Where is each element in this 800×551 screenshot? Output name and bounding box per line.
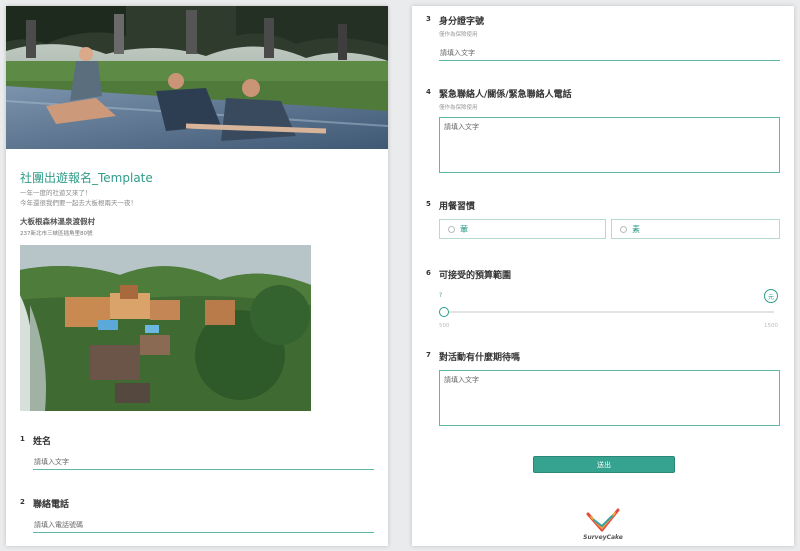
meal-option-meat-label: 葷 [460, 224, 468, 234]
question-3-title: 身分證字號 [439, 17, 485, 27]
submit-button[interactable]: 送出 [533, 456, 675, 473]
radio-circle-icon [620, 225, 627, 233]
question-4-title: 緊急聯絡人/關係/緊急聯絡人電話 [439, 90, 572, 100]
venue-address: 237新北市三峽區插角里80號 [20, 231, 93, 237]
question-7-title: 對活動有什麼期待嗎 [439, 353, 521, 363]
question-2-number: 2 [20, 498, 25, 506]
survey-page-left: 社團出遊報名_Template 一年一度的社遊又來了！ 今年還很我們要一起去大板… [6, 6, 388, 546]
emergency-contact-textarea[interactable] [439, 117, 780, 173]
meal-option-vegetarian[interactable]: 素 [611, 219, 780, 239]
phone-input[interactable] [33, 518, 374, 533]
radio-circle-icon [448, 225, 455, 233]
question-4-subtitle: 僅作為保險使用 [439, 105, 478, 111]
question-2-title: 聯絡電話 [33, 500, 70, 510]
question-1-title: 姓名 [33, 437, 52, 447]
meal-option-meat[interactable]: 葷 [439, 219, 606, 239]
budget-slider-track[interactable] [439, 311, 774, 313]
brand-name: SurveyCake [583, 534, 623, 541]
question-3-subtitle: 僅作為保險使用 [439, 32, 478, 38]
resort-aerial-photo [20, 245, 311, 411]
question-5-title: 用餐習慣 [439, 202, 476, 212]
name-input[interactable] [33, 455, 374, 470]
question-4-number: 4 [426, 88, 431, 96]
budget-slider-handle[interactable] [439, 307, 449, 317]
id-number-input[interactable] [439, 46, 780, 61]
intro-text: 一年一度的社遊又來了！ 今年還很我們要一起去大板根兩天一夜！ [20, 188, 137, 208]
intro-line-1: 一年一度的社遊又來了！ [20, 189, 92, 197]
question-3-number: 3 [426, 15, 431, 23]
budget-value-display: ? [439, 292, 443, 299]
meal-option-vegetarian-label: 素 [632, 224, 640, 234]
currency-unit-badge: 元 [764, 289, 778, 303]
venue-name: 大板根森林溫泉渡假村 [20, 217, 95, 226]
form-title: 社團出遊報名_Template [20, 171, 153, 185]
question-5-number: 5 [426, 200, 431, 208]
question-7-number: 7 [426, 351, 431, 359]
budget-slider-max-label: 1500 [764, 323, 778, 329]
survey-page-right: 3 身分證字號 僅作為保險使用 4 緊急聯絡人/關係/緊急聯絡人電話 僅作為保險… [412, 6, 794, 546]
surveycake-logo-icon [586, 508, 620, 532]
budget-slider-min-label: 500 [439, 323, 450, 329]
question-1-number: 1 [20, 435, 25, 443]
question-6-title: 可接受的預算範圍 [439, 271, 512, 281]
question-6-number: 6 [426, 269, 431, 277]
intro-line-2: 今年還很我們要一起去大板根兩天一夜！ [20, 199, 137, 207]
expectations-textarea[interactable] [439, 370, 780, 426]
hero-photo [6, 6, 388, 149]
